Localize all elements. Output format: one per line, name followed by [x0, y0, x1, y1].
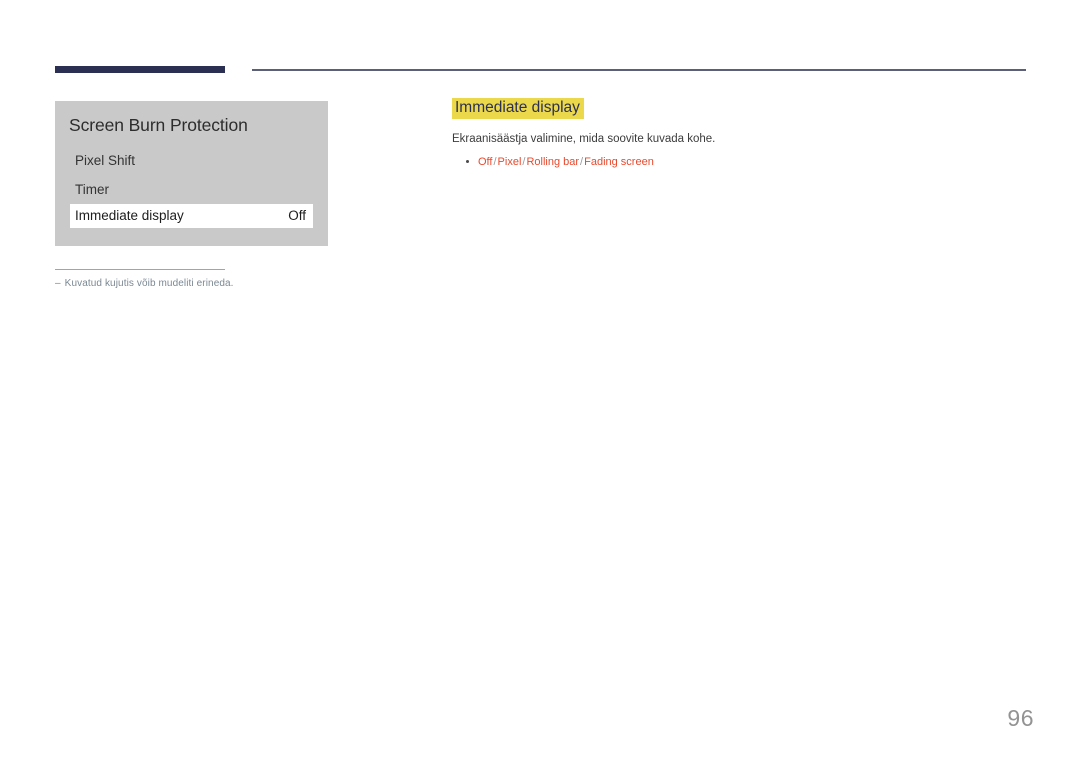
option-fading-screen: Fading screen: [584, 155, 654, 168]
section-description: Ekraanisäästja valimine, mida soovite ku…: [452, 133, 716, 146]
osd-menu-item-timer[interactable]: Timer: [55, 175, 328, 204]
osd-menu-panel: Screen Burn Protection Pixel Shift Timer…: [55, 101, 328, 246]
footnote-divider: [55, 269, 225, 270]
bullet-icon: [466, 159, 469, 163]
footnote-text: Kuvatud kujutis võib mudeliti erineda.: [64, 278, 234, 289]
osd-menu-item-immediate-display[interactable]: Off Immediate display: [70, 204, 313, 228]
header-divider-rule: [252, 69, 1026, 71]
header-accent-bar: [55, 66, 225, 73]
option-pixel: Pixel: [497, 155, 522, 168]
footnote-dash: ‒: [55, 278, 61, 289]
osd-menu-item-pixel-shift[interactable]: Pixel Shift: [55, 146, 328, 175]
option-off: Off: [478, 155, 493, 168]
option-rolling-bar: Rolling bar: [526, 155, 580, 168]
page-number: 96: [1007, 705, 1034, 731]
section-heading: Immediate display: [452, 98, 584, 120]
options-list: Off/Pixel/Rolling bar/Fading screen: [452, 154, 1027, 171]
osd-menu-item-label: Pixel Shift: [75, 153, 136, 168]
osd-menu-item-value: Off: [288, 208, 306, 223]
osd-menu-list: Pixel Shift Timer Off Immediate display: [55, 146, 328, 228]
content-column: Immediate display Ekraanisäästja valimin…: [452, 98, 1027, 170]
document-page: Screen Burn Protection Pixel Shift Timer…: [0, 0, 1080, 763]
footnote: ‒ Kuvatud kujutis võib mudeliti erineda.: [55, 278, 234, 289]
osd-menu-item-label: Immediate display: [75, 208, 184, 223]
list-item: Off/Pixel/Rolling bar/Fading screen: [452, 154, 1027, 171]
osd-menu-item-label: Timer: [75, 182, 109, 197]
osd-panel-title: Screen Burn Protection: [69, 115, 248, 135]
